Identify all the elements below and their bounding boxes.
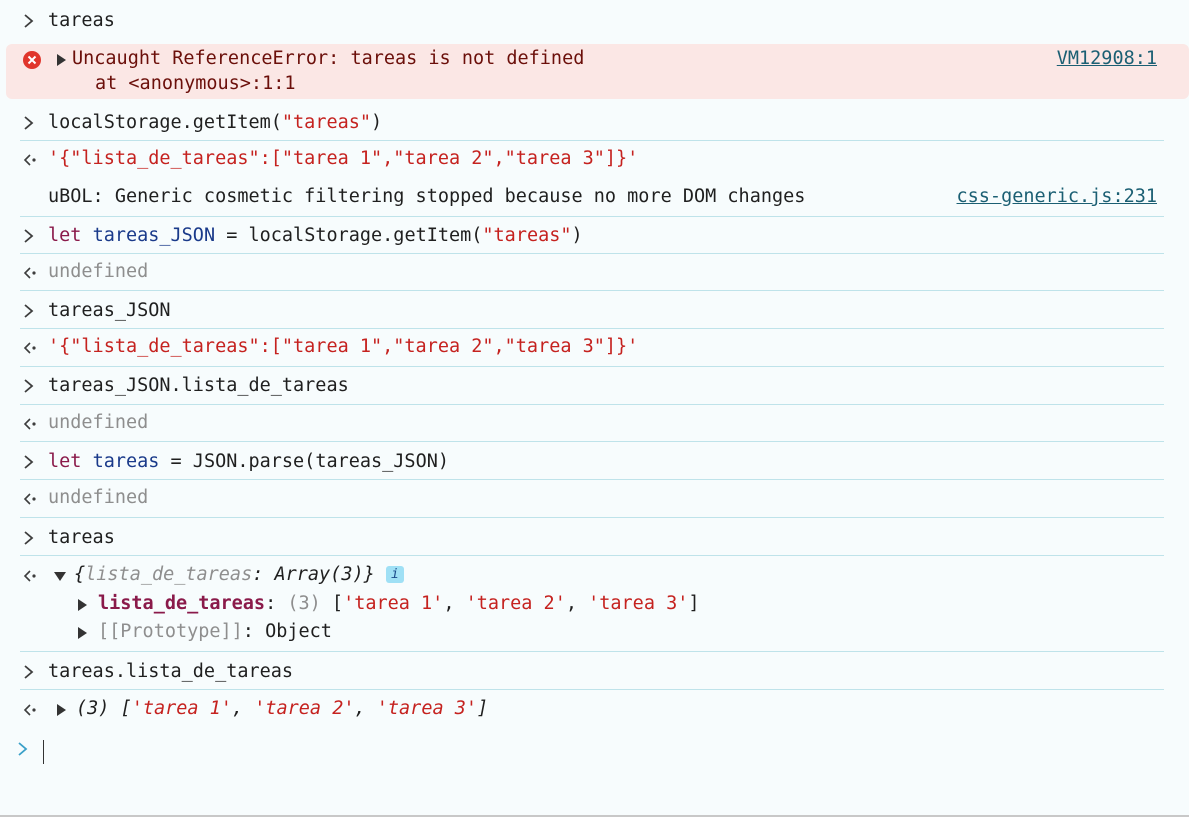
console-input-row: tareas_JSON: [0, 300, 1189, 326]
divider: [20, 253, 1164, 254]
divider: [20, 290, 1164, 291]
result-arrow-icon: [22, 490, 40, 508]
result-arrow-icon: [22, 415, 40, 433]
log-message: uBOL: Generic cosmetic filtering stopped…: [48, 186, 806, 207]
result-arrow-icon: [22, 701, 40, 719]
error-source-link[interactable]: VM12908:1: [1057, 48, 1157, 69]
expand-triangle-icon[interactable]: [57, 54, 66, 66]
console-input-caret[interactable]: [43, 740, 44, 764]
input-prompt-icon: [22, 377, 40, 395]
error-title: Uncaught ReferenceError: tareas is not d…: [72, 48, 585, 69]
console-input-row: localStorage.getItem("tareas"): [0, 112, 1189, 138]
divider: [20, 366, 1164, 367]
console-result-row: undefined: [0, 487, 1189, 513]
console-log-row: uBOL: Generic cosmetic filtering stopped…: [0, 186, 1189, 212]
console-result-text: undefined: [48, 487, 149, 508]
prompt-chevron-icon: [16, 740, 34, 758]
console-input-text: tareas_JSON.lista_de_tareas: [48, 375, 349, 396]
console-input-row: let tareas = JSON.parse(tareas_JSON): [0, 451, 1189, 477]
console-input-text: tareas: [48, 10, 115, 31]
error-stack: at <anonymous>:1:1: [95, 73, 296, 94]
console-result-row: (3) ['tarea 1', 'tarea 2', 'tarea 3']: [0, 698, 1189, 724]
console-result-row: undefined: [0, 261, 1189, 287]
log-source-link[interactable]: css-generic.js:231: [957, 186, 1157, 207]
console-input-text: let tareas = JSON.parse(tareas_JSON): [48, 451, 449, 472]
console-input-row: tareas: [0, 527, 1189, 553]
console-input-row: let tareas_JSON = localStorage.getItem("…: [0, 225, 1189, 251]
console-input-text: tareas: [48, 527, 115, 548]
error-stack-row: at <anonymous>:1:1: [0, 73, 1189, 99]
console-result-text: undefined: [48, 261, 149, 282]
divider: [20, 689, 1164, 690]
input-prompt-icon: [22, 227, 40, 245]
divider: [20, 555, 1164, 556]
divider: [20, 479, 1164, 480]
input-prompt-icon: [22, 114, 40, 132]
expand-triangle-icon[interactable]: [78, 599, 87, 611]
collapse-triangle-icon[interactable]: [54, 572, 66, 581]
object-prototype[interactable]: [[Prototype]]: Object: [98, 621, 332, 642]
input-prompt-icon: [22, 663, 40, 681]
error-icon: [22, 50, 41, 70]
input-prompt-icon: [22, 529, 40, 547]
console-result-row: '{"lista_de_tareas":["tarea 1","tarea 2"…: [0, 148, 1189, 174]
divider: [20, 216, 1164, 217]
error-row: Uncaught ReferenceError: tareas is not d…: [0, 48, 1189, 74]
divider: [20, 404, 1164, 405]
divider: [20, 140, 1164, 141]
object-property[interactable]: lista_de_tareas: (3) ['tarea 1', 'tarea …: [98, 593, 700, 614]
object-summary[interactable]: {lista_de_tareas: Array(3)} i: [74, 564, 404, 585]
object-property-row: lista_de_tareas: (3) ['tarea 1', 'tarea …: [0, 593, 1189, 619]
console-result-row: {lista_de_tareas: Array(3)} i: [0, 564, 1189, 590]
console-result-text: undefined: [48, 412, 149, 433]
expand-triangle-icon[interactable]: [57, 704, 66, 716]
console-prompt-row[interactable]: [0, 738, 1189, 766]
array-result[interactable]: (3) ['tarea 1', 'tarea 2', 'tarea 3']: [76, 698, 488, 719]
console-input-row: tareas: [0, 10, 1189, 36]
expand-triangle-icon[interactable]: [78, 627, 87, 639]
console-result-row: '{"lista_de_tareas":["tarea 1","tarea 2"…: [0, 336, 1189, 362]
result-arrow-icon: [22, 264, 40, 282]
result-arrow-icon: [22, 151, 40, 169]
console-input-row: tareas.lista_de_tareas: [0, 661, 1189, 687]
console-input-text: localStorage.getItem("tareas"): [48, 112, 383, 133]
console-input-text: tareas_JSON: [48, 300, 171, 321]
console-result-row: undefined: [0, 412, 1189, 438]
input-prompt-icon: [22, 453, 40, 471]
devtools-console: tareas Uncaught ReferenceError: tareas i…: [0, 0, 1189, 815]
console-input-row: tareas_JSON.lista_de_tareas: [0, 375, 1189, 401]
info-badge-icon[interactable]: i: [385, 566, 404, 583]
input-prompt-icon: [22, 302, 40, 320]
console-input-text: tareas.lista_de_tareas: [48, 661, 294, 682]
divider: [20, 328, 1164, 329]
console-input-text: let tareas_JSON = localStorage.getItem("…: [48, 225, 583, 246]
divider: [20, 441, 1164, 442]
console-result-text: '{"lista_de_tareas":["tarea 1","tarea 2"…: [48, 148, 639, 169]
object-prototype-row: [[Prototype]]: Object: [0, 621, 1189, 647]
result-arrow-icon: [22, 339, 40, 357]
result-arrow-icon: [22, 567, 40, 585]
console-result-text: '{"lista_de_tareas":["tarea 1","tarea 2"…: [48, 336, 639, 357]
input-prompt-icon: [22, 12, 40, 30]
divider: [20, 651, 1164, 652]
divider: [20, 517, 1164, 518]
